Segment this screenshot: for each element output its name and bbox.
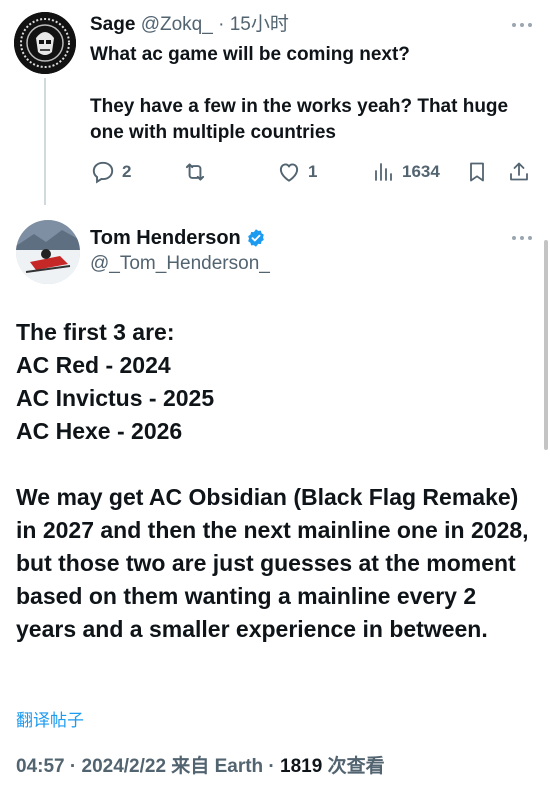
reply-text-line1: What ac game will be coming next? [90, 44, 410, 65]
main-more-icon[interactable] [512, 236, 534, 242]
tweet-date[interactable]: 2024/2/22 [82, 756, 167, 777]
scrollbar[interactable] [544, 240, 548, 450]
meta-separator: · [263, 756, 281, 777]
main-author-name[interactable]: Tom Henderson [90, 226, 241, 250]
reply-header: Sage @Zokq_ · 15小时 [90, 13, 289, 37]
reply-tweet[interactable]: Sage @Zokq_ · 15小时 What ac game will be … [0, 0, 550, 205]
reply-more-icon[interactable] [512, 23, 534, 29]
tweet-views-count[interactable]: 1819 [280, 756, 322, 777]
reply-button[interactable]: 2 [90, 158, 131, 186]
views-count: 1634 [402, 162, 440, 181]
bookmark-icon [470, 162, 484, 182]
tweet-line: The first 3 are: [16, 319, 175, 345]
tweet-source: 来自 Earth [166, 756, 264, 777]
thread-line [44, 78, 46, 205]
reply-count: 2 [122, 162, 132, 181]
reply-text-line2: They have a few in the works yeah? That … [90, 96, 509, 143]
translate-post-link[interactable]: 翻译帖子 [16, 710, 84, 732]
share-button[interactable] [507, 158, 531, 186]
reply-author-handle[interactable]: @Zokq_ [141, 14, 213, 35]
bookmark-button[interactable] [465, 158, 489, 186]
tweet-views-label: 次查看 [322, 756, 385, 777]
retweet-icon [185, 163, 205, 181]
tweet-line: AC Hexe - 2026 [16, 418, 183, 444]
reply-text: What ac game will be coming next? They h… [90, 42, 530, 146]
share-icon [510, 162, 528, 181]
retweet-button[interactable] [182, 158, 208, 186]
reply-actions: 2 1 1634 [90, 158, 535, 186]
meta-separator: · [64, 756, 82, 777]
reply-separator: · [212, 14, 230, 35]
like-count: 1 [308, 162, 318, 181]
reply-time[interactable]: 15小时 [230, 14, 289, 35]
main-tweet-text: The first 3 are: AC Red - 2024 AC Invict… [16, 316, 536, 646]
analytics-icon [375, 163, 392, 181]
verified-badge-icon [247, 229, 264, 247]
tweet-time[interactable]: 04:57 [16, 756, 65, 777]
reply-avatar[interactable] [14, 12, 76, 74]
heart-icon [279, 163, 299, 182]
like-button[interactable]: 1 [276, 158, 317, 186]
comment-icon [92, 161, 114, 184]
main-author-name-row[interactable]: Tom Henderson [90, 226, 266, 250]
tweet-line: AC Red - 2024 [16, 352, 171, 378]
tweet-line: AC Invictus - 2025 [16, 385, 215, 411]
tweet-paragraph: We may get AC Obsidian (Black Flag Remak… [16, 484, 529, 642]
reply-author-name[interactable]: Sage [90, 14, 135, 35]
main-avatar[interactable] [16, 220, 80, 284]
main-author-handle[interactable]: @_Tom_Henderson_ [90, 252, 270, 276]
tweet-meta: 04:57 · 2024/2/22 来自 Earth · 1819 次查看 [16, 755, 385, 779]
views-button[interactable]: 1634 [372, 158, 440, 186]
